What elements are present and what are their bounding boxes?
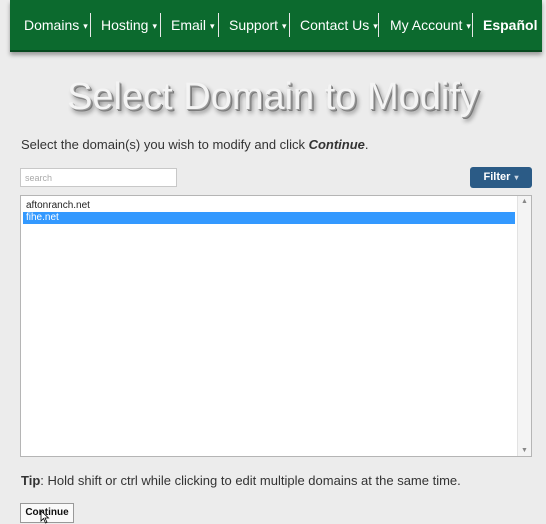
tip-text: Tip: Hold shift or ctrl while clicking t…	[21, 473, 461, 488]
instructions-prefix: Select the domain(s) you wish to modify …	[21, 137, 309, 152]
nav-divider	[160, 13, 161, 37]
instructions-emphasis: Continue	[308, 137, 365, 152]
nav-divider	[472, 13, 473, 37]
nav-divider	[90, 13, 91, 37]
scroll-down-icon[interactable]: ▼	[518, 447, 531, 454]
nav-item-hosting[interactable]: Hosting ▾	[101, 0, 157, 50]
nav-item-label: Contact Us	[300, 17, 370, 33]
caret-down-icon: ▾	[210, 21, 215, 31]
search-input[interactable]	[20, 168, 177, 187]
nav-item-label: Domains	[24, 17, 80, 33]
tip-label: Tip	[21, 473, 41, 488]
filter-label: Filter	[483, 171, 511, 183]
list-item-selected[interactable]: fihe.net	[23, 212, 515, 224]
caret-down-icon: ▾	[282, 21, 287, 31]
domain-listbox[interactable]: aftonranch.net fihe.net ▲ ▼	[20, 195, 532, 457]
nav-item-label: Email	[171, 17, 207, 33]
top-navigation-bar: Domains ▾ Hosting ▾ Email ▾ Support ▾ Contac…	[10, 0, 542, 52]
nav-item-label: Español	[483, 17, 538, 33]
mouse-cursor-icon	[40, 510, 50, 524]
nav-item-domains[interactable]: Domains ▾	[24, 0, 88, 50]
nav-item-label: My Account	[390, 17, 463, 33]
nav-item-espanol[interactable]: Español	[483, 0, 537, 50]
instructions-suffix: .	[364, 137, 369, 152]
nav-item-email[interactable]: Email ▾	[171, 0, 215, 50]
scroll-up-icon[interactable]: ▲	[518, 198, 531, 205]
caret-down-icon: ▾	[152, 21, 157, 31]
nav-divider	[378, 13, 379, 37]
nav-item-label: Hosting	[101, 17, 149, 33]
list-item[interactable]: aftonranch.net	[23, 200, 515, 212]
caret-down-icon: ▾	[514, 173, 519, 182]
nav-item-contact-us[interactable]: Contact Us ▾	[300, 0, 378, 50]
nav-divider	[289, 13, 290, 37]
nav-divider	[218, 13, 219, 37]
nav-item-my-account[interactable]: My Account ▾	[390, 0, 471, 50]
caret-down-icon: ▾	[466, 21, 471, 31]
page-title: Select Domain to Modify	[67, 76, 479, 118]
tip-body: : Hold shift or ctrl while clicking to e…	[40, 473, 461, 488]
caret-down-icon: ▾	[83, 21, 88, 31]
nav-item-support[interactable]: Support ▾	[229, 0, 287, 50]
filter-button[interactable]: Filter ▾	[470, 167, 532, 188]
listbox-scrollbar[interactable]: ▲ ▼	[517, 196, 531, 456]
instructions-text: Select the domain(s) you wish to modify …	[21, 137, 369, 152]
nav-item-label: Support	[229, 17, 279, 33]
